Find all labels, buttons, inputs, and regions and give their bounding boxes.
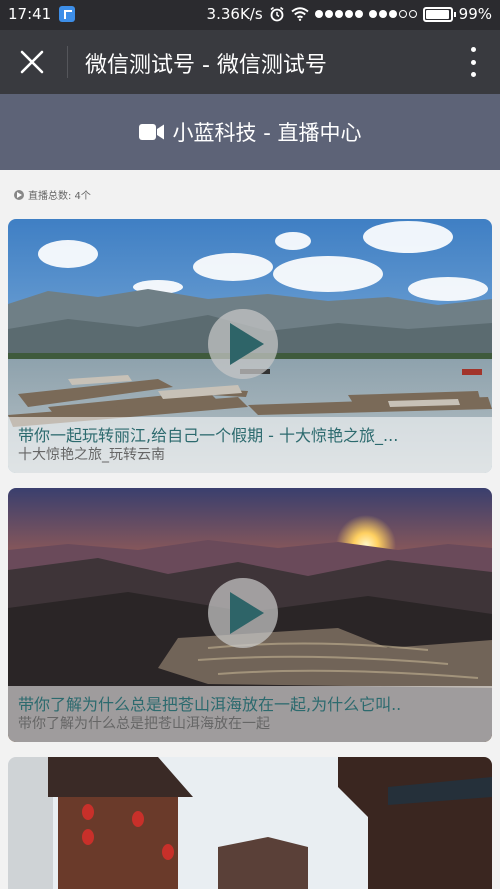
- video-thumbnail-old-town: [8, 757, 492, 889]
- play-button[interactable]: [208, 309, 278, 379]
- more-dot-icon: [470, 47, 476, 52]
- play-circle-icon: [14, 189, 24, 200]
- video-camera-icon: [138, 124, 164, 140]
- video-subtitle: 十大惊艳之旅_玩转云南: [18, 447, 165, 463]
- play-icon: [230, 592, 264, 634]
- status-time: 17:41: [8, 5, 52, 23]
- more-dot-icon: [470, 59, 476, 65]
- video-title: 带你了解为什么总是把苍山洱海放在一起,为什么它叫..: [18, 695, 402, 714]
- signal-strength-icon: [314, 10, 363, 18]
- video-caption: 带你一起玩转丽江,给自己一个假期 - 十大惊艳之旅_... 十大惊艳之旅_玩转云…: [8, 417, 492, 473]
- alarm-icon: [270, 6, 284, 22]
- video-card[interactable]: 带你了解为什么总是把苍山洱海放在一起,为什么它叫.. 带你了解为什么总是把苍山洱…: [8, 488, 492, 742]
- close-icon: [20, 50, 44, 74]
- page-title: 微信测试号 - 微信测试号: [85, 53, 327, 78]
- signal-strength-2-icon: [368, 10, 417, 18]
- battery-icon: [422, 6, 456, 22]
- network-speed: 3.36K/s: [206, 5, 263, 23]
- header-title: 小蓝科技 - 直播中心: [172, 121, 362, 145]
- live-center-header: 小蓝科技 - 直播中心: [0, 94, 500, 170]
- video-card[interactable]: [8, 757, 492, 889]
- nav-divider: [67, 46, 68, 78]
- live-count: 直播总数: 4个: [14, 187, 91, 202]
- live-count-text: 直播总数: 4个: [28, 191, 91, 202]
- more-dot-icon: [470, 72, 476, 77]
- wifi-icon: [291, 7, 309, 21]
- status-bar: 17:41 3.36K/s 99%: [0, 0, 500, 30]
- video-caption: 带你了解为什么总是把苍山洱海放在一起,为什么它叫.. 带你了解为什么总是把苍山洱…: [8, 686, 492, 742]
- close-button[interactable]: [14, 44, 50, 80]
- play-button[interactable]: [208, 578, 278, 648]
- play-icon: [230, 323, 264, 365]
- video-card[interactable]: 带你一起玩转丽江,给自己一个假期 - 十大惊艳之旅_... 十大惊艳之旅_玩转云…: [8, 219, 492, 473]
- battery-percent: 99%: [458, 5, 492, 23]
- more-menu-button[interactable]: [466, 45, 480, 79]
- app-notification-icon: [59, 6, 76, 22]
- nav-bar: 微信测试号 - 微信测试号: [0, 30, 500, 94]
- video-title: 带你一起玩转丽江,给自己一个假期 - 十大惊艳之旅_...: [18, 426, 399, 445]
- video-subtitle: 带你了解为什么总是把苍山洱海放在一起: [18, 716, 270, 732]
